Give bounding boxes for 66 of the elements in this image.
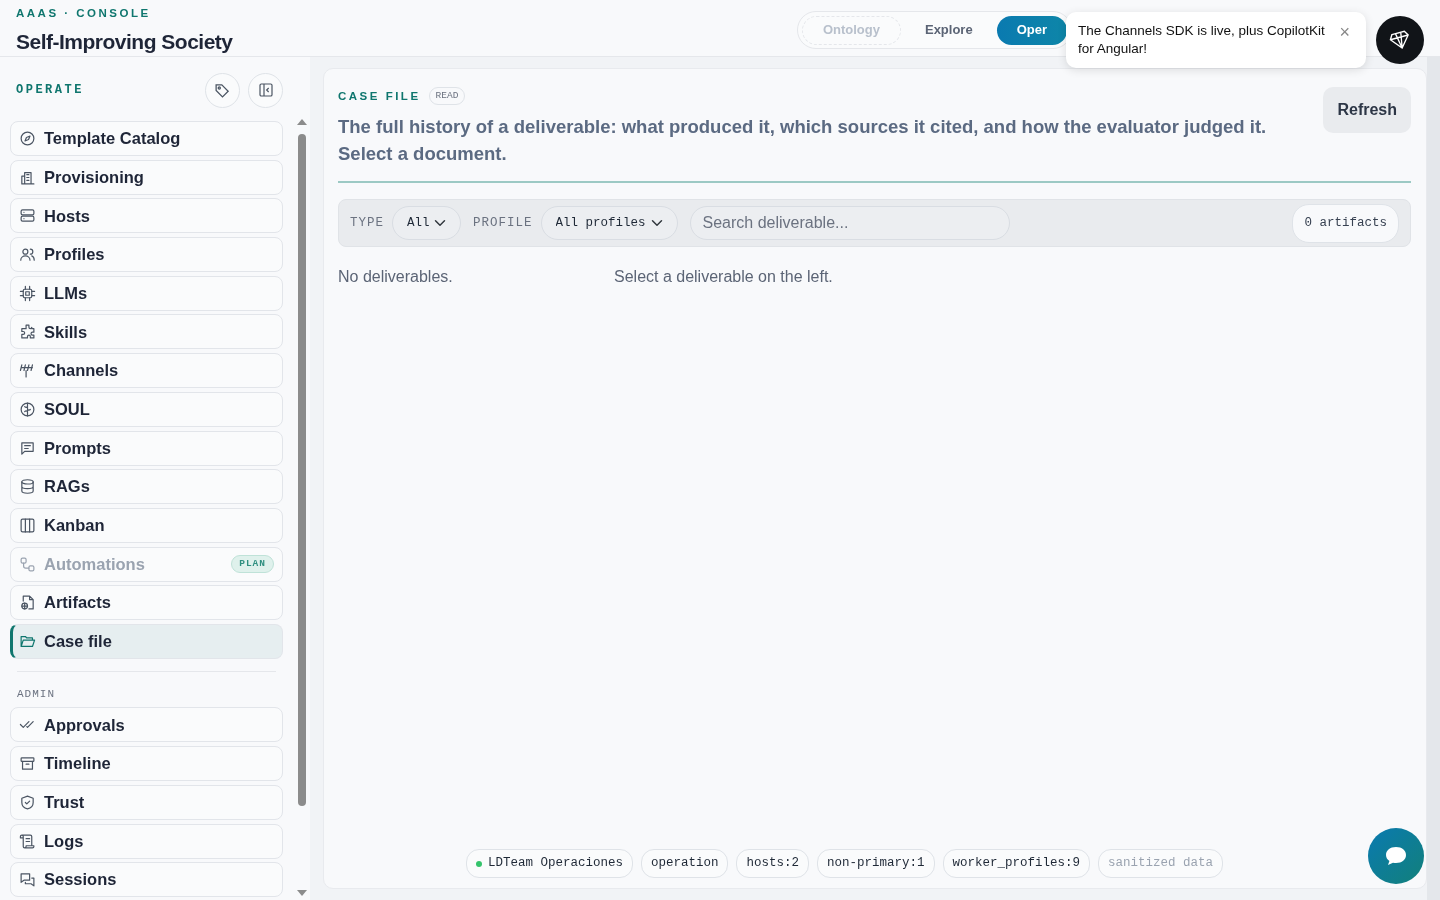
- archive-icon: [19, 755, 36, 773]
- sidebar-item[interactable]: Channels: [10, 353, 283, 389]
- type-select[interactable]: All: [392, 206, 461, 241]
- sidebar-item[interactable]: Logs: [10, 823, 283, 859]
- section-label: ADMIN: [17, 686, 56, 702]
- sidebar-collapse-icon: [257, 82, 274, 98]
- nav-tab[interactable]: Oper: [996, 15, 1067, 45]
- server-icon: [19, 207, 36, 225]
- app-kicker: AAAS · CONSOLE: [16, 6, 152, 21]
- sidebar-item[interactable]: Case file: [10, 623, 283, 659]
- app-title: Self-Improving Society: [16, 29, 233, 56]
- shield-icon: [19, 793, 36, 811]
- artifact-count: 0 artifacts: [1292, 203, 1399, 243]
- chat-bubble-icon: [1384, 845, 1408, 867]
- filter-label: TYPE: [350, 214, 384, 232]
- section-label: OPERATE: [16, 82, 84, 99]
- chip-icon: [19, 284, 36, 302]
- collapse-sidebar-button[interactable]: [248, 72, 283, 108]
- sidebar-item[interactable]: Provisioning: [10, 159, 283, 195]
- sidebar-item[interactable]: Sessions: [10, 862, 283, 898]
- sidebar-item[interactable]: Artifacts: [10, 585, 283, 621]
- sidebar-item[interactable]: Prompts: [10, 430, 283, 466]
- sidebar-item[interactable]: SOUL: [10, 391, 283, 427]
- refresh-button[interactable]: Refresh: [1323, 87, 1411, 133]
- sidebar-item[interactable]: Kanban: [10, 507, 283, 543]
- tag-button[interactable]: [205, 72, 240, 108]
- profile-select[interactable]: All profiles: [540, 206, 678, 241]
- tag-chip: LDTeam Operaciones: [465, 849, 633, 878]
- flow-icon: [19, 555, 36, 573]
- file-icon: [19, 594, 36, 612]
- search-field[interactable]: Search deliverable...: [689, 206, 1010, 241]
- plan-badge: PLAN: [231, 554, 274, 574]
- tag-chip: sanitized data: [1098, 849, 1224, 878]
- page-kicker: CASE FILE: [338, 88, 421, 104]
- sidebar-item[interactable]: LLMs: [10, 275, 283, 311]
- filter-label: PROFILE: [473, 214, 533, 232]
- tag-chip: hosts:2: [736, 849, 809, 878]
- empty-detail-text: Select a deliverable on the left.: [614, 268, 833, 286]
- nav-tab[interactable]: Explore: [904, 15, 993, 45]
- sidebar-item[interactable]: Hosts: [10, 198, 283, 234]
- page-description: The full history of a deliverable: what produced it, which sources it cited, and how the evaluator judged it. Select a document.: [338, 115, 1268, 167]
- close-button[interactable]: ×: [1335, 22, 1354, 42]
- empty-list-text: No deliverables.: [338, 268, 453, 286]
- tag-icon: [214, 81, 231, 99]
- puzzle-icon: [19, 323, 36, 341]
- scroll-icon: [19, 832, 36, 850]
- brain-icon: [19, 400, 36, 418]
- tag-chip: operation: [640, 849, 729, 878]
- sidebar-item[interactable]: Approvals: [10, 707, 283, 743]
- database-icon: [19, 478, 36, 496]
- sidebar-item[interactable]: RAGs: [10, 469, 283, 505]
- toast-text: The Channels SDK is live, plus CopilotKit for Angular!: [1078, 22, 1326, 58]
- sidebar-item[interactable]: Template Catalog: [10, 121, 283, 156]
- columns-icon: [19, 516, 36, 534]
- antenna-icon: [19, 362, 36, 380]
- compass-icon: [19, 130, 36, 147]
- tag-chip: worker_profiles:9: [942, 849, 1091, 878]
- tag-chip: non-primary:1: [817, 849, 935, 878]
- message-icon: [19, 439, 36, 457]
- chat-icon: [19, 871, 36, 889]
- diamond-icon: [1389, 29, 1411, 51]
- sidebar-item[interactable]: Profiles: [10, 237, 283, 273]
- sidebar-item[interactable]: Trust: [10, 784, 283, 820]
- sidebar-item[interactable]: Skills: [10, 314, 283, 350]
- sidebar-item[interactable]: Timeline: [10, 746, 283, 782]
- users-icon: [19, 246, 36, 264]
